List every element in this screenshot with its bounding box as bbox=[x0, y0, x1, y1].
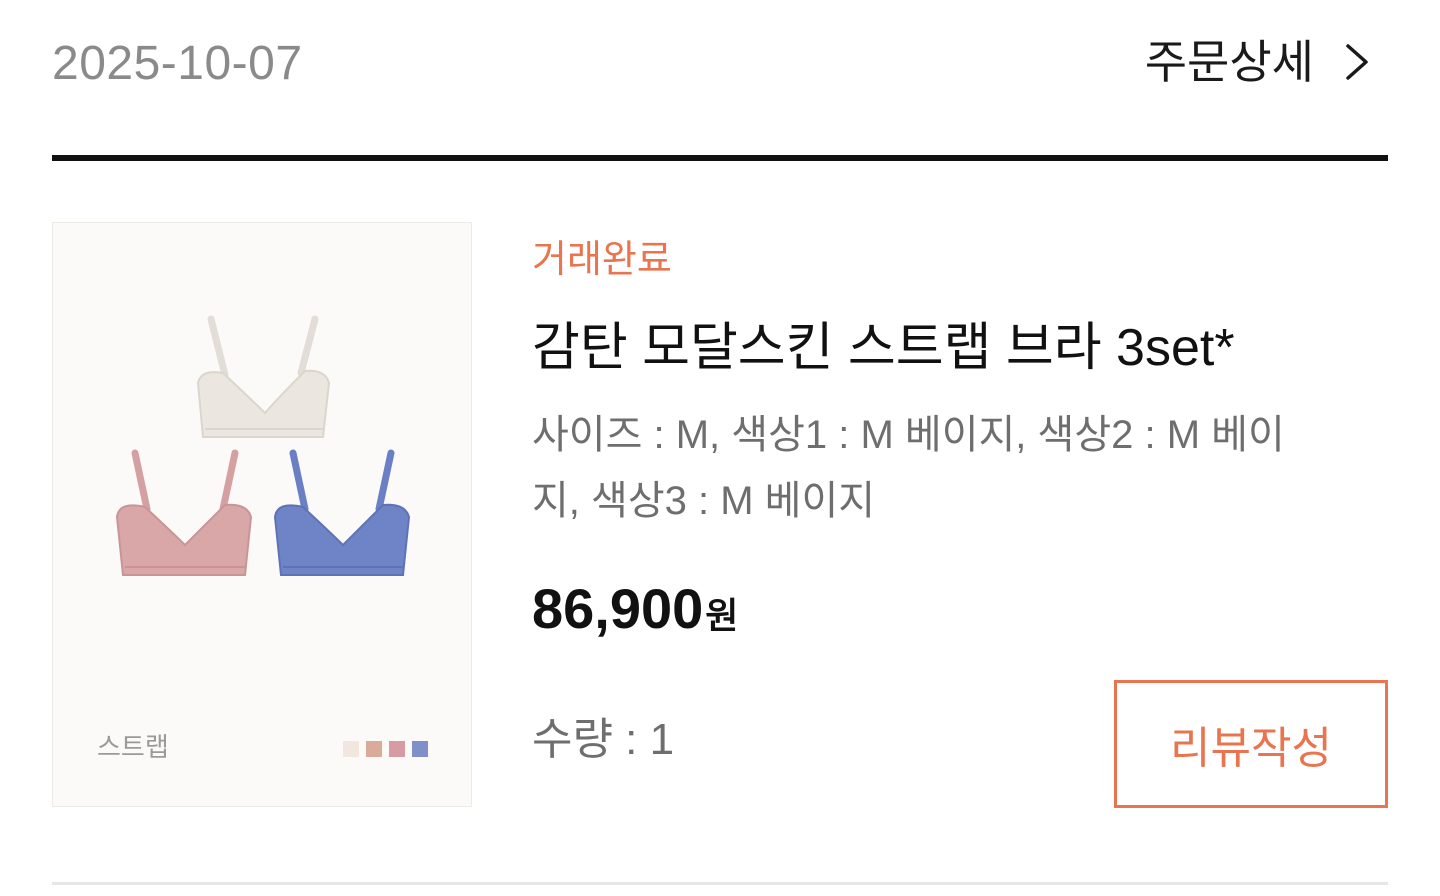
bra-pink bbox=[115, 449, 253, 576]
price-amount: 86,900 bbox=[532, 577, 704, 640]
bra-ivory bbox=[196, 315, 331, 438]
chevron-right-icon bbox=[1340, 42, 1374, 82]
write-review-button[interactable]: 리뷰작성 bbox=[1114, 680, 1388, 808]
header-divider bbox=[52, 155, 1388, 161]
product-quantity: 수량 : 1 bbox=[532, 715, 675, 764]
bottom-divider bbox=[52, 882, 1388, 885]
order-status: 거래완료 bbox=[532, 239, 672, 281]
order-detail-link[interactable]: 주문상세 bbox=[1145, 32, 1374, 92]
color-swatch bbox=[343, 741, 359, 757]
bra-blue bbox=[273, 449, 411, 576]
product-options: 사이즈 : M, 색상1 : M 베이지, 색상2 : M 베이지, 색상3 :… bbox=[532, 413, 1285, 523]
order-date: 2025-10-07 bbox=[52, 37, 303, 90]
product-price: 86,900 원 bbox=[532, 576, 738, 642]
color-swatches bbox=[343, 741, 428, 757]
order-card: 2025-10-07 주문상세 스트랩 거래완료 감탄 모달스킨 스트랩 브라 … bbox=[0, 0, 1440, 896]
bra-set-illustration bbox=[115, 315, 411, 576]
thumbnail-caption: 스트랩 bbox=[97, 732, 169, 762]
color-swatch bbox=[412, 741, 428, 757]
order-detail-label: 주문상세 bbox=[1144, 36, 1314, 88]
color-swatch bbox=[389, 741, 405, 757]
product-thumbnail[interactable]: 스트랩 bbox=[52, 222, 472, 807]
product-name[interactable]: 감탄 모달스킨 스트랩 브라 3set* bbox=[532, 316, 1235, 380]
price-unit: 원 bbox=[705, 595, 739, 636]
color-swatch bbox=[366, 741, 382, 757]
